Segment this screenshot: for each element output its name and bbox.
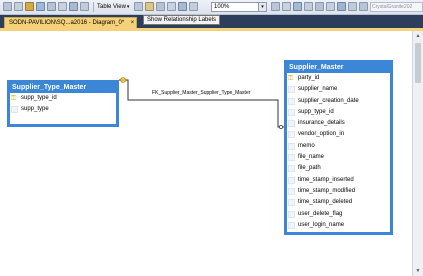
crystal-input[interactable]: CrystalGranite202 — [370, 2, 423, 12]
zoom-value: 100% — [214, 4, 230, 10]
toolbar-icon-b[interactable] — [282, 2, 291, 11]
column-name: supp_type_id — [21, 95, 57, 101]
manage-fulltext-icon[interactable] — [69, 2, 78, 11]
tooltip: Show Relationship Labels — [143, 15, 221, 25]
column-row[interactable]: supplier_name — [287, 84, 390, 95]
column-row[interactable]: insurance_details — [287, 118, 390, 129]
table-view-label: Table View — [97, 4, 126, 10]
column-name: memo — [298, 142, 315, 149]
row-selector — [11, 106, 18, 114]
row-selector — [288, 142, 295, 150]
column-name: insurance_details — [298, 120, 345, 127]
tab-title: SODN-PAVILION\SQ...a2016 - Diagram_0* — [9, 20, 125, 26]
row-selector — [288, 176, 295, 184]
row-selector — [288, 187, 295, 195]
column-row[interactable]: user_delete_flag — [287, 209, 390, 220]
toolbar-icon-g[interactable] — [337, 2, 346, 11]
show-relationship-labels-icon[interactable] — [178, 2, 187, 11]
arrange-selection-icon[interactable] — [134, 2, 143, 11]
scroll-up-icon[interactable]: ▲ — [415, 33, 421, 39]
zoom-select[interactable]: 100% ▾ — [211, 2, 267, 12]
vertical-scrollbar[interactable]: ▲ ▼ — [412, 31, 423, 276]
add-table-icon[interactable] — [3, 2, 12, 11]
manage-xml-indexes-icon[interactable] — [80, 2, 89, 11]
scroll-down-icon[interactable]: ▼ — [415, 268, 421, 274]
row-selector — [288, 131, 295, 139]
relationships-icon[interactable] — [47, 2, 56, 11]
row-selector — [288, 154, 295, 162]
toolbar-icon-a[interactable] — [271, 2, 280, 11]
column-row[interactable]: ⚿ supp_type_id — [10, 93, 116, 104]
column-row[interactable]: time_stamp_deleted — [287, 197, 390, 208]
toolbar-separator — [93, 2, 94, 12]
column-row[interactable]: file_name — [287, 152, 390, 163]
row-selector — [288, 221, 295, 229]
column-name: user_delete_flag — [298, 210, 343, 217]
view-page-breaks-icon[interactable] — [189, 2, 198, 11]
autosize-tables-icon[interactable] — [156, 2, 165, 11]
row-selector — [288, 108, 295, 116]
column-row[interactable]: user_login_name — [287, 220, 390, 231]
new-text-annotation-icon[interactable] — [14, 2, 23, 11]
column-name: file_path — [298, 165, 321, 172]
relationship-label[interactable]: FK_Supplier_Master_Supplier_Type_Master — [152, 90, 250, 96]
toolbar-icon-e[interactable] — [315, 2, 324, 11]
toolbar-icon-c[interactable] — [293, 2, 302, 11]
column-name: vendor_option_in — [298, 131, 345, 138]
toolbar-icon-d[interactable] — [304, 2, 313, 11]
row-selector — [288, 165, 295, 173]
column-row[interactable]: ⚿ party_id — [287, 73, 390, 84]
column-row[interactable]: time_stamp_modified — [287, 186, 390, 197]
column-name: user_login_name — [298, 221, 345, 228]
column-name: party_id — [298, 75, 320, 81]
column-row[interactable]: memo — [287, 141, 390, 152]
column-row[interactable]: file_path — [287, 163, 390, 174]
diagram-toolbar: Table View▾ 100% ▾ CrystalGranite202 — [0, 0, 423, 15]
toolbar-icon-h[interactable] — [348, 2, 357, 11]
table-title[interactable]: Supplier_Master — [287, 63, 390, 73]
chevron-down-icon[interactable]: ▾ — [258, 3, 266, 11]
new-page-icon[interactable] — [167, 2, 176, 11]
row-selector — [288, 120, 295, 128]
set-primary-key-icon[interactable] — [36, 2, 45, 11]
primary-key-icon: ⚿ — [11, 95, 17, 102]
row-selector — [288, 86, 295, 94]
toolbar-icon-i[interactable] — [359, 2, 368, 11]
column-name: supp_type_id — [298, 108, 334, 115]
generate-change-script-icon[interactable] — [25, 2, 34, 11]
table-view-dropdown[interactable]: Table View▾ — [97, 2, 129, 12]
arrange-tables-icon[interactable] — [145, 2, 154, 11]
scroll-thumb[interactable] — [415, 43, 421, 83]
column-name: time_stamp_modified — [298, 187, 356, 194]
column-name: file_name — [298, 154, 325, 161]
row-selector — [288, 97, 295, 105]
column-row[interactable]: supp_type_id — [287, 107, 390, 118]
row-selector — [288, 199, 295, 207]
column-row[interactable]: time_stamp_inserted — [287, 175, 390, 186]
table-supplier-type-master[interactable]: Supplier_Type_Master ⚿ supp_type_id supp… — [7, 80, 119, 127]
column-name: supplier_creation_date — [298, 97, 359, 104]
column-name: supplier_name — [298, 86, 338, 93]
column-name: time_stamp_inserted — [298, 176, 354, 183]
row-selector — [288, 210, 295, 218]
toolbar-icon-f[interactable] — [326, 2, 335, 11]
manage-indexes-icon[interactable] — [58, 2, 67, 11]
chevron-down-icon: ▾ — [126, 4, 130, 10]
column-name: time_stamp_deleted — [298, 199, 353, 206]
table-title[interactable]: Supplier_Type_Master — [10, 83, 116, 93]
primary-key-icon: ⚿ — [288, 75, 294, 82]
column-row[interactable]: supp_type — [10, 104, 116, 115]
column-row[interactable]: supplier_creation_date — [287, 96, 390, 107]
column-row[interactable]: vendor_option_in — [287, 129, 390, 140]
column-name: supp_type — [21, 106, 49, 113]
table-supplier-master[interactable]: Supplier_Master ⚿ party_id supplier_name… — [284, 60, 393, 235]
